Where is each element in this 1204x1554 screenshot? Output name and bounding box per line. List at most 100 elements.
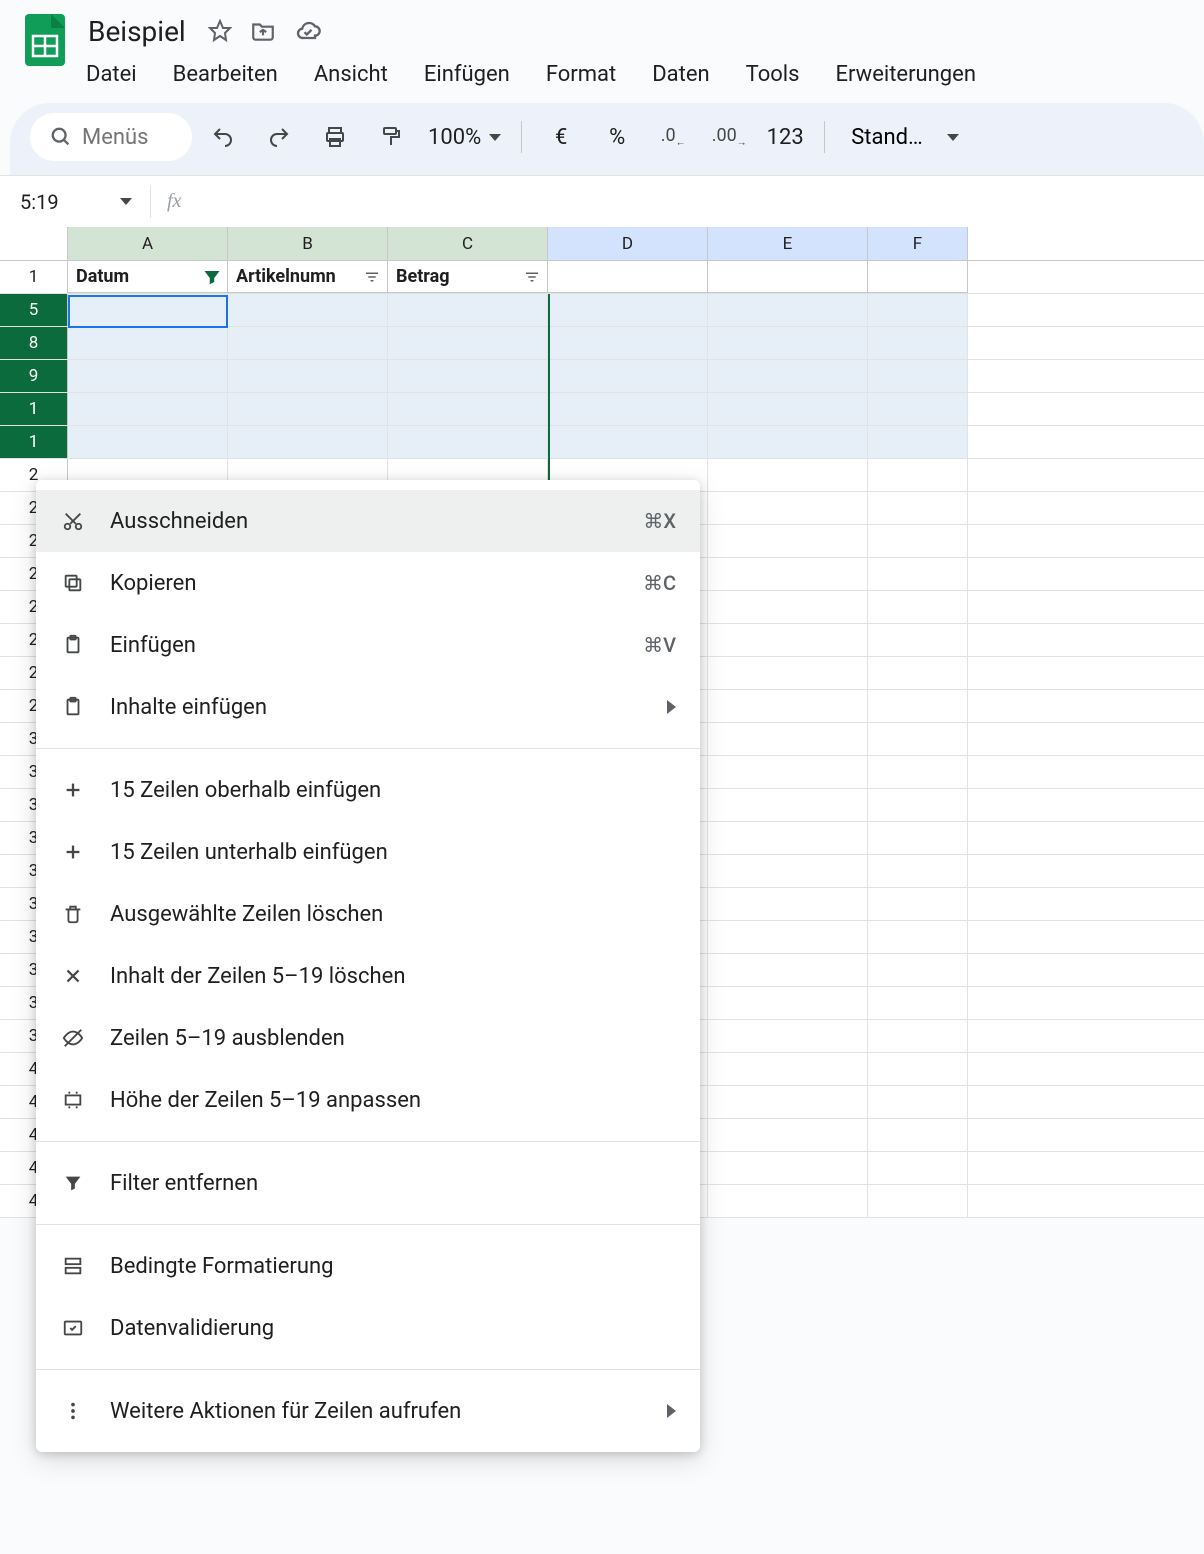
document-title[interactable]: Beispiel	[84, 13, 190, 50]
cell[interactable]	[708, 459, 868, 491]
decrease-decimal-button[interactable]: .0←	[652, 116, 694, 158]
cloud-status-icon[interactable]	[294, 17, 322, 45]
menu-erweiterungen[interactable]: Erweiterungen	[834, 58, 978, 91]
cell[interactable]	[388, 360, 548, 392]
row-head[interactable]: 9	[0, 360, 68, 392]
cell[interactable]	[68, 426, 228, 458]
cell[interactable]	[708, 624, 868, 656]
cell[interactable]	[548, 327, 708, 359]
cell[interactable]	[388, 426, 548, 458]
cell[interactable]	[868, 789, 968, 821]
cell[interactable]	[388, 393, 548, 425]
print-button[interactable]	[314, 116, 356, 158]
cell[interactable]	[868, 855, 968, 887]
col-head-e[interactable]: E	[708, 227, 868, 260]
col-head-a[interactable]: A	[68, 227, 228, 260]
cell[interactable]	[228, 360, 388, 392]
number-format-button[interactable]: 123	[764, 116, 806, 158]
menu-search-input[interactable]	[82, 125, 172, 150]
col-head-c[interactable]: C	[388, 227, 548, 260]
cell[interactable]	[868, 327, 968, 359]
cell[interactable]	[708, 327, 868, 359]
row-head[interactable]: 8	[0, 327, 68, 359]
paint-format-button[interactable]	[370, 116, 412, 158]
cell[interactable]	[708, 294, 868, 326]
name-box[interactable]: 5:19	[0, 190, 150, 214]
cell[interactable]	[708, 261, 868, 293]
cell[interactable]	[708, 1152, 868, 1184]
cell[interactable]	[868, 393, 968, 425]
cell[interactable]	[868, 261, 968, 293]
cell[interactable]	[708, 360, 868, 392]
cell[interactable]	[68, 327, 228, 359]
cell[interactable]	[548, 360, 708, 392]
context-menu-item[interactable]: Ausgewählte Zeilen löschen	[36, 883, 700, 945]
cell[interactable]	[228, 294, 388, 326]
cell[interactable]	[868, 558, 968, 590]
cell[interactable]	[868, 921, 968, 953]
cell[interactable]	[548, 294, 708, 326]
cell[interactable]	[868, 492, 968, 524]
context-menu-item[interactable]: 15 Zeilen oberhalb einfügen	[36, 759, 700, 821]
cell[interactable]	[388, 294, 548, 326]
row-head[interactable]: 5	[0, 294, 68, 326]
context-menu-item[interactable]: Einfügen ⌘V	[36, 614, 700, 676]
cell[interactable]	[388, 327, 548, 359]
cell[interactable]	[68, 294, 228, 326]
cell[interactable]	[868, 1086, 968, 1118]
star-icon[interactable]	[208, 19, 232, 43]
row-head[interactable]: 1	[0, 261, 68, 293]
row-head[interactable]: 1	[0, 393, 68, 425]
cell[interactable]	[708, 987, 868, 1019]
cell[interactable]	[868, 591, 968, 623]
undo-button[interactable]	[202, 116, 244, 158]
cell[interactable]	[708, 1185, 868, 1217]
cell[interactable]	[708, 756, 868, 788]
cell[interactable]	[708, 1053, 868, 1085]
cell[interactable]	[708, 723, 868, 755]
cell[interactable]	[228, 327, 388, 359]
cell[interactable]	[868, 426, 968, 458]
cell[interactable]	[708, 1086, 868, 1118]
cell[interactable]	[868, 294, 968, 326]
cell[interactable]	[868, 690, 968, 722]
cell[interactable]	[548, 426, 708, 458]
cell[interactable]	[868, 1152, 968, 1184]
context-menu-item[interactable]: Filter entfernen	[36, 1152, 700, 1214]
cell[interactable]	[868, 624, 968, 656]
cell[interactable]	[868, 723, 968, 755]
cell[interactable]	[708, 690, 868, 722]
header-cell-betrag[interactable]: Betrag	[388, 261, 548, 293]
cell[interactable]	[548, 393, 708, 425]
cell[interactable]	[68, 393, 228, 425]
col-head-f[interactable]: F	[868, 227, 968, 260]
cell[interactable]	[868, 888, 968, 920]
context-menu-item[interactable]: Höhe der Zeilen 5–19 anpassen	[36, 1069, 700, 1131]
cell[interactable]	[868, 1185, 968, 1217]
context-menu-item[interactable]: Ausschneiden ⌘X	[36, 490, 700, 552]
cell[interactable]	[548, 261, 708, 293]
cell[interactable]	[228, 426, 388, 458]
filter-icon[interactable]	[363, 268, 381, 286]
cell[interactable]	[708, 393, 868, 425]
move-to-folder-icon[interactable]	[250, 18, 276, 44]
row-head[interactable]: 1	[0, 426, 68, 458]
cell[interactable]	[708, 954, 868, 986]
cell[interactable]	[708, 921, 868, 953]
cell[interactable]	[708, 657, 868, 689]
context-menu-item[interactable]: Inhalt der Zeilen 5–19 löschen	[36, 945, 700, 1007]
menu-format[interactable]: Format	[544, 58, 618, 91]
percent-button[interactable]: %	[596, 116, 638, 158]
cell[interactable]	[868, 954, 968, 986]
col-head-b[interactable]: B	[228, 227, 388, 260]
menu-ansicht[interactable]: Ansicht	[312, 58, 390, 91]
context-menu-item[interactable]: 15 Zeilen unterhalb einfügen	[36, 821, 700, 883]
cell[interactable]	[228, 393, 388, 425]
cell[interactable]	[868, 525, 968, 557]
cell[interactable]	[868, 1053, 968, 1085]
cell[interactable]	[708, 525, 868, 557]
cell[interactable]	[708, 558, 868, 590]
cell[interactable]	[868, 459, 968, 491]
filter-active-icon[interactable]	[203, 268, 221, 286]
menu-bearbeiten[interactable]: Bearbeiten	[171, 58, 280, 91]
